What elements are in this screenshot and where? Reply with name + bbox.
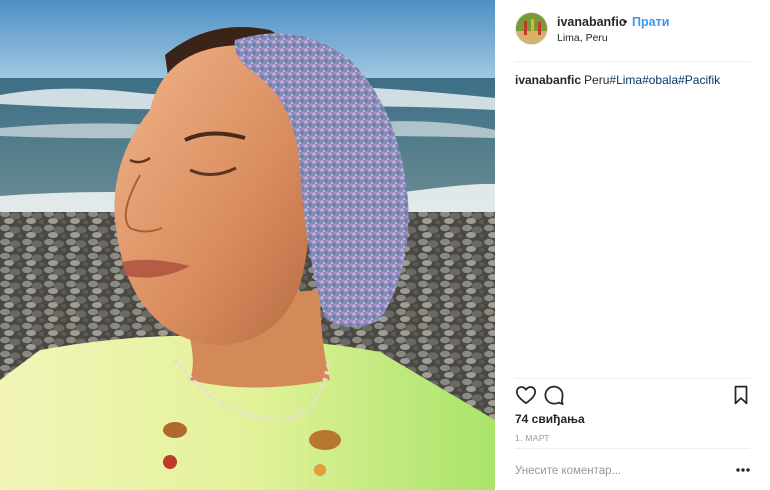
heart-outline-icon (515, 386, 537, 405)
speech-bubble-icon (544, 385, 564, 406)
follow-button[interactable]: Прати (632, 15, 669, 29)
location-link[interactable]: Lima, Peru (557, 32, 608, 44)
like-button[interactable] (515, 384, 537, 406)
header-divider (515, 61, 750, 62)
avatar-image (516, 13, 547, 44)
likes-count[interactable]: 74 свиђања (515, 412, 585, 426)
hashtag-lima[interactable]: #Lima (609, 73, 642, 87)
save-button[interactable] (730, 384, 752, 406)
instagram-post: ivanabanfic • Прати Lima, Peru ivanabanf… (0, 0, 770, 490)
post-date[interactable]: 1. МАРТ (515, 433, 550, 443)
post-actions (515, 384, 750, 406)
ellipsis-icon (736, 468, 750, 472)
post-caption: ivanabanfic Peru#Lima#obala#Pacifik (515, 73, 750, 88)
avatar[interactable] (515, 12, 548, 45)
hashtag-obala[interactable]: #obala (642, 73, 678, 87)
post-header: ivanabanfic • Прати Lima, Peru (515, 12, 750, 48)
bookmark-icon (734, 385, 748, 405)
selfie-beach-image (0, 0, 495, 490)
post-details-panel: ivanabanfic • Прати Lima, Peru ivanabanf… (495, 0, 770, 490)
comment-divider (515, 448, 750, 449)
actions-divider (515, 378, 750, 379)
hashtag-pacifik[interactable]: #Pacifik (678, 73, 720, 87)
more-options-button[interactable] (735, 463, 751, 477)
username-link[interactable]: ivanabanfic (557, 15, 626, 29)
caption-text: Peru (584, 73, 610, 87)
caption-username[interactable]: ivanabanfic (515, 73, 581, 87)
header-separator: • (623, 15, 628, 29)
comment-button[interactable] (543, 384, 565, 406)
comment-input[interactable] (515, 462, 720, 480)
post-photo[interactable] (0, 0, 495, 490)
